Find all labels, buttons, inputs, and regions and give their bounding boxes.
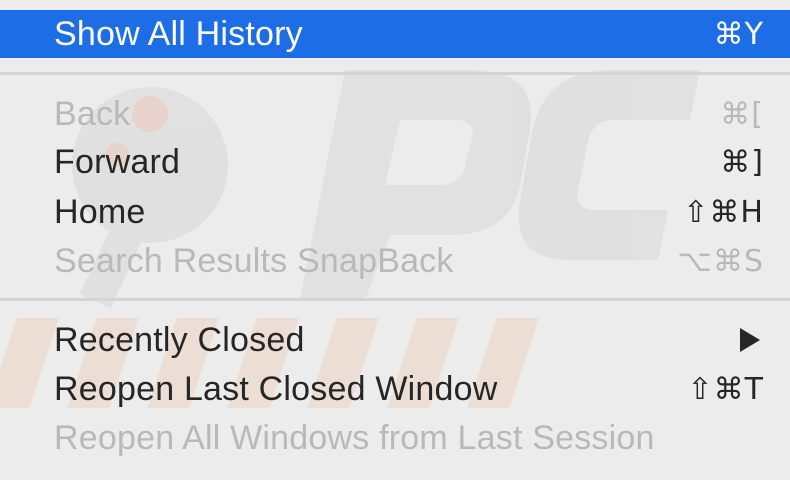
menu-item-label: Forward bbox=[54, 142, 181, 181]
keyboard-shortcut: ⌘] bbox=[720, 144, 764, 180]
menu-item-reopen-all-windows[interactable]: Reopen All Windows from Last Session bbox=[0, 414, 790, 462]
safari-history-menu: Show All History ⌘Y Back ⌘[ Forward ⌘] H… bbox=[0, 0, 790, 480]
keyboard-shortcut: ⇧⌘H bbox=[683, 194, 764, 230]
keyboard-shortcut: ⌥⌘S bbox=[677, 243, 764, 279]
menu-item-label: Reopen Last Closed Window bbox=[54, 369, 498, 408]
menu-item-label: Search Results SnapBack bbox=[54, 241, 454, 280]
menu-item-back[interactable]: Back ⌘[ bbox=[0, 90, 790, 138]
triangle-right-icon bbox=[740, 328, 760, 352]
menu-item-recently-closed[interactable]: Recently Closed bbox=[0, 316, 790, 364]
menu-item-search-results-snapback[interactable]: Search Results SnapBack ⌥⌘S bbox=[0, 237, 790, 285]
menu-separator bbox=[0, 298, 790, 301]
menu-item-label: Back bbox=[54, 94, 131, 133]
keyboard-shortcut: ⌘Y bbox=[713, 16, 764, 52]
menu-item-label: Show All History bbox=[54, 14, 303, 53]
menu-item-home[interactable]: Home ⇧⌘H bbox=[0, 188, 790, 236]
keyboard-shortcut: ⇧⌘T bbox=[687, 371, 764, 407]
menu-item-forward[interactable]: Forward ⌘] bbox=[0, 138, 790, 186]
menu-item-label: Reopen All Windows from Last Session bbox=[54, 418, 655, 457]
menu-separator bbox=[0, 72, 790, 75]
menu-item-label: Home bbox=[54, 192, 146, 231]
menu-item-reopen-last-closed-window[interactable]: Reopen Last Closed Window ⇧⌘T bbox=[0, 365, 790, 413]
menu-item-show-all-history[interactable]: Show All History ⌘Y bbox=[0, 10, 790, 58]
keyboard-shortcut: ⌘[ bbox=[720, 96, 764, 132]
menu-item-label: Recently Closed bbox=[54, 320, 305, 359]
